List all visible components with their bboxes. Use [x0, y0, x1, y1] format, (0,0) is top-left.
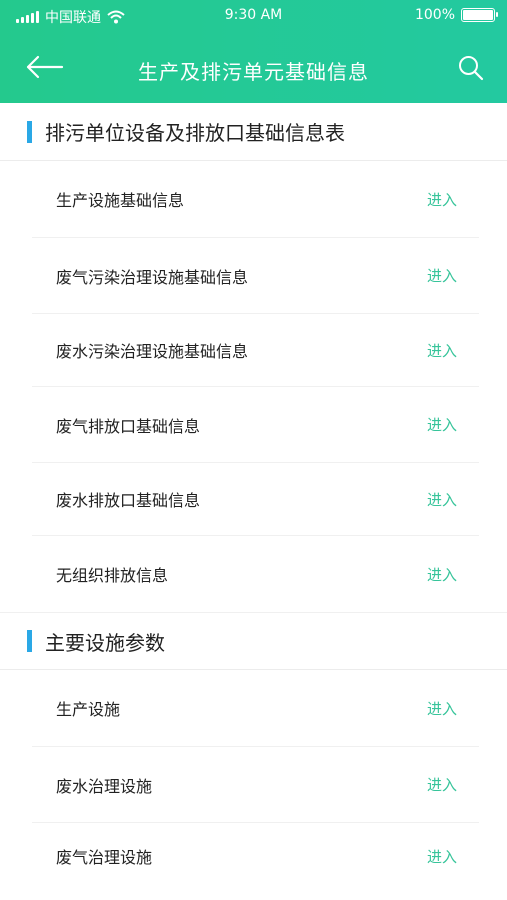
enter-link[interactable]: 进入 [427, 340, 457, 361]
enter-link[interactable]: 进入 [427, 265, 457, 286]
section-title: 主要设施参数 [45, 630, 165, 655]
list-item-label: 生产设施 [56, 700, 121, 719]
list-item-label: 废水排放口基础信息 [56, 491, 201, 510]
list-item-label: 废水污染治理设施基础信息 [56, 342, 249, 361]
enter-link[interactable]: 进入 [427, 489, 457, 510]
list-item-label: 废水治理设施 [56, 776, 153, 796]
status-bar: 中国联通 9:30 AM 100% [0, 0, 507, 30]
enter-link[interactable]: 进入 [427, 846, 457, 867]
list-item-label: 废气污染治理设施基础信息 [56, 267, 249, 287]
arrow-left-icon[interactable] [24, 54, 64, 80]
list-item-label: 废气治理设施 [56, 848, 153, 867]
app-header: 中国联通 9:30 AM 100% 生产及排污单元基础信息 [0, 0, 507, 103]
list-item-label: 生产设施基础信息 [56, 191, 185, 210]
list-item-waste-water-facility[interactable]: 废水治理设施 进入 [32, 747, 479, 823]
list-item-production-facility[interactable]: 生产设施 进入 [32, 670, 479, 747]
content: 排污单位设备及排放口基础信息表 生产设施基础信息 进入 废气污染治理设施基础信息… [0, 103, 507, 889]
list-item-waste-gas-facility[interactable]: 废气治理设施 进入 [32, 823, 479, 889]
section-header-main-facility-params: 主要设施参数 [0, 612, 507, 670]
list-item-production-facility-info[interactable]: 生产设施基础信息 进入 [32, 161, 479, 238]
search-icon[interactable] [457, 54, 485, 82]
status-right: 100% [414, 7, 498, 23]
nav-bar: 生产及排污单元基础信息 [0, 30, 507, 103]
section-title: 排污单位设备及排放口基础信息表 [45, 121, 345, 145]
battery-icon [461, 8, 498, 22]
list-item-unorganized-emission-info[interactable]: 无组织排放信息 进入 [32, 536, 479, 612]
section-accent-bar [27, 630, 32, 652]
list-item-waste-gas-treatment-info[interactable]: 废气污染治理设施基础信息 进入 [32, 238, 479, 314]
enter-link[interactable]: 进入 [427, 698, 457, 719]
enter-link[interactable]: 进入 [427, 774, 457, 795]
section-accent-bar [27, 120, 32, 143]
list-item-waste-gas-outlet-info[interactable]: 废气排放口基础信息 进入 [32, 387, 479, 463]
page-title: 生产及排污单元基础信息 [138, 60, 369, 84]
list-item-waste-water-outlet-info[interactable]: 废水排放口基础信息 进入 [32, 463, 479, 536]
battery-percent: 100% [414, 7, 455, 23]
list-item-waste-water-treatment-info[interactable]: 废水污染治理设施基础信息 进入 [32, 314, 479, 387]
list-item-label: 废气排放口基础信息 [56, 416, 201, 436]
enter-link[interactable]: 进入 [427, 564, 457, 585]
enter-link[interactable]: 进入 [427, 189, 457, 210]
section-header-equipment: 排污单位设备及排放口基础信息表 [0, 103, 507, 161]
list-item-label: 无组织排放信息 [56, 566, 169, 585]
enter-link[interactable]: 进入 [427, 414, 457, 435]
